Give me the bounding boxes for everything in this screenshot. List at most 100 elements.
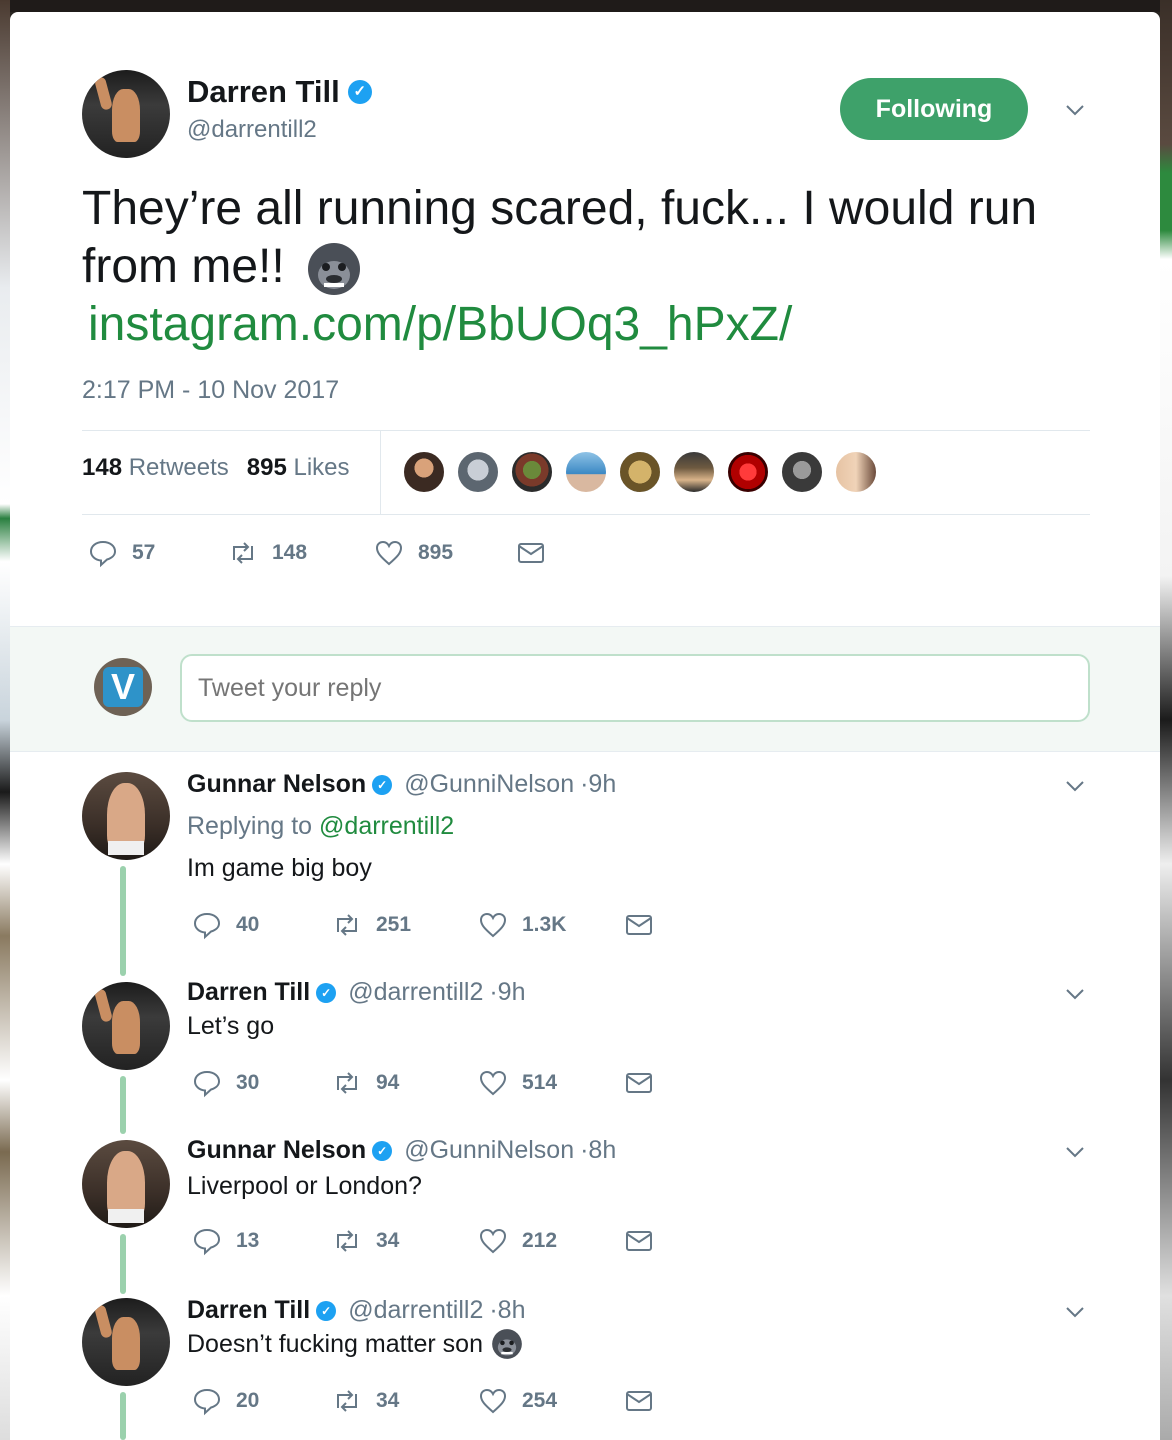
verified-badge-icon: ✓	[316, 982, 337, 1003]
gorilla-emoji-icon	[492, 1329, 522, 1359]
like-action[interactable]: 895	[374, 538, 516, 568]
tweet-timestamp[interactable]: 2:17 PM - 10 Nov 2017	[82, 376, 339, 405]
liker-avatar[interactable]	[456, 450, 500, 494]
retweet-icon	[337, 914, 357, 936]
retweet-action[interactable]: 94	[332, 1068, 478, 1098]
reply-icon	[193, 1070, 221, 1098]
reply-author-name[interactable]: Darren Till	[187, 1296, 310, 1325]
reply-avatar[interactable]	[82, 1298, 170, 1386]
reply-action[interactable]: 20	[192, 1386, 332, 1416]
likes-stat[interactable]: 895 Likes	[247, 454, 350, 482]
reply-text: Doesn’t fucking matter son	[187, 1328, 523, 1360]
like-action[interactable]: 254	[478, 1386, 624, 1416]
reply-icon	[193, 1228, 221, 1256]
like-action[interactable]: 212	[478, 1226, 624, 1256]
liker-avatar[interactable]	[780, 450, 824, 494]
liker-avatar[interactable]	[834, 450, 878, 494]
direct-message-action[interactable]	[624, 1226, 654, 1256]
reply-time[interactable]: ·8h	[489, 1296, 525, 1325]
retweet-action[interactable]: 251	[332, 910, 478, 940]
reply-action[interactable]: 13	[192, 1226, 332, 1256]
v-logo-icon: V	[103, 666, 143, 707]
liker-avatar[interactable]	[726, 450, 770, 494]
envelope-icon	[626, 1231, 652, 1251]
envelope-icon	[626, 915, 652, 935]
reply-icon	[89, 540, 117, 568]
current-user-avatar[interactable]: V	[94, 658, 152, 716]
following-button[interactable]: Following	[840, 78, 1028, 140]
reply-icon	[193, 1388, 221, 1416]
reply-action[interactable]: 30	[192, 1068, 332, 1098]
reply-avatar[interactable]	[82, 1140, 170, 1228]
verified-badge-icon: ✓	[372, 1140, 393, 1161]
author-name-row[interactable]: Darren Till ✓	[187, 74, 372, 110]
reply-text: Liverpool or London?	[187, 1172, 422, 1200]
heart-icon	[479, 912, 507, 938]
reply-actions: 20 34 254	[192, 1386, 654, 1416]
replying-to-link[interactable]: @darrentill2	[319, 812, 454, 840]
retweet-icon	[337, 1230, 357, 1252]
tweet-actions: 57 148 895	[88, 538, 546, 568]
reply-options-chevron-icon[interactable]	[1063, 1300, 1087, 1324]
direct-message-action[interactable]	[624, 910, 654, 940]
reply-avatar[interactable]	[82, 772, 170, 860]
retweet-action[interactable]: 34	[332, 1386, 478, 1416]
reply-actions: 30 94 514	[192, 1068, 654, 1098]
tweet-link[interactable]: instagram.com/p/BbUOq3_hPxZ/	[88, 297, 792, 352]
like-action[interactable]: 1.3K	[478, 910, 624, 940]
reply-author-handle[interactable]: @darrentill2	[348, 978, 483, 1007]
reply-time[interactable]: ·9h	[489, 978, 525, 1007]
reply-author-handle[interactable]: @GunniNelson	[404, 1136, 574, 1165]
reply-text: Let’s go	[187, 1012, 275, 1040]
divider	[82, 514, 1090, 515]
reply-options-chevron-icon[interactable]	[1063, 774, 1087, 798]
background-left-edge	[0, 0, 10, 1440]
divider	[380, 431, 381, 514]
reply-author-handle[interactable]: @GunniNelson	[404, 770, 574, 799]
liker-avatar[interactable]	[618, 450, 662, 494]
envelope-icon	[518, 543, 544, 563]
envelope-icon	[626, 1391, 652, 1411]
author-avatar[interactable]	[82, 70, 170, 158]
reply-time[interactable]: ·9h	[580, 770, 616, 799]
liker-avatar[interactable]	[564, 450, 608, 494]
direct-message-action[interactable]	[624, 1068, 654, 1098]
reply-author-name[interactable]: Darren Till	[187, 978, 310, 1007]
direct-message-action[interactable]	[516, 538, 546, 568]
gorilla-emoji-icon	[308, 243, 361, 296]
envelope-icon	[626, 1073, 652, 1093]
liker-avatar[interactable]	[672, 450, 716, 494]
retweet-action[interactable]: 34	[332, 1226, 478, 1256]
reply-time[interactable]: ·8h	[580, 1136, 616, 1165]
reply-action[interactable]: 57	[88, 538, 228, 568]
like-action[interactable]: 514	[478, 1068, 624, 1098]
reply-options-chevron-icon[interactable]	[1063, 1140, 1087, 1164]
retweets-stat[interactable]: 148 Retweets	[82, 454, 229, 482]
reply-action[interactable]: 40	[192, 910, 332, 940]
reply-author-name[interactable]: Gunnar Nelson	[187, 1136, 366, 1165]
reply-header: Darren Till ✓ @darrentill2 ·9h	[187, 978, 526, 1007]
background-top	[0, 0, 1172, 12]
direct-message-action[interactable]	[624, 1386, 654, 1416]
author-handle[interactable]: @darrentill2	[187, 116, 317, 144]
reply-input[interactable]	[180, 654, 1090, 722]
retweet-icon	[233, 542, 253, 564]
reply-actions: 40 251 1.3K	[192, 910, 654, 940]
heart-icon	[375, 540, 403, 566]
tweet-modal: Darren Till ✓ @darrentill2 Following The…	[10, 12, 1160, 1440]
retweet-action[interactable]: 148	[228, 538, 374, 568]
tweet-text: They’re all running scared, fuck... I wo…	[82, 180, 1102, 297]
reply-author-name[interactable]: Gunnar Nelson	[187, 770, 366, 799]
verified-badge-icon: ✓	[316, 1300, 337, 1321]
thread-line	[120, 1392, 126, 1440]
reply-author-handle[interactable]: @darrentill2	[348, 1296, 483, 1325]
tweet-options-chevron-icon[interactable]	[1063, 98, 1087, 122]
thread-line	[120, 1076, 126, 1134]
liker-avatar[interactable]	[510, 450, 554, 494]
author-name[interactable]: Darren Till	[187, 74, 340, 110]
retweet-icon	[337, 1072, 357, 1094]
liker-avatar[interactable]	[402, 450, 446, 494]
reply-options-chevron-icon[interactable]	[1063, 982, 1087, 1006]
reply-avatar[interactable]	[82, 982, 170, 1070]
retweet-icon	[337, 1390, 357, 1412]
